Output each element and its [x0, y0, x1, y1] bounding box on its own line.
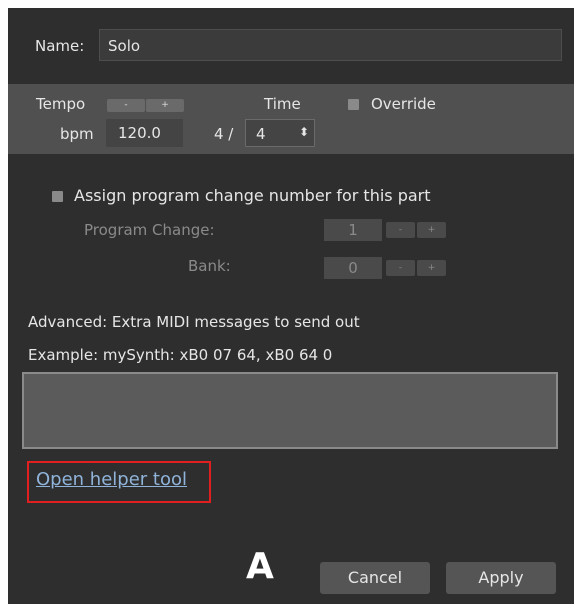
settings-panel: Name: Solo Tempo - + Time Override bpm 1…	[8, 8, 574, 604]
name-label: Name:	[35, 37, 85, 55]
time-denominator-value: 4	[256, 125, 266, 143]
advanced-title: Advanced: Extra MIDI messages to send ou…	[28, 313, 360, 331]
cancel-button[interactable]: Cancel	[320, 562, 430, 594]
program-change-increase-button[interactable]: +	[417, 222, 446, 238]
override-checkbox[interactable]	[348, 99, 359, 110]
open-helper-tool-link[interactable]: Open helper tool	[36, 469, 187, 490]
program-change-decrease-button[interactable]: -	[386, 222, 415, 238]
bank-input[interactable]: 0	[324, 257, 382, 279]
assign-program-checkbox[interactable]	[52, 191, 63, 202]
annotation-letter: A	[246, 546, 274, 587]
tempo-increase-button[interactable]: +	[146, 99, 184, 112]
tempo-decrease-button[interactable]: -	[107, 99, 145, 112]
updown-arrows-icon: ⬍	[299, 125, 310, 139]
bpm-label: bpm	[60, 125, 94, 143]
bank-increase-button[interactable]: +	[417, 260, 446, 276]
tempo-label: Tempo	[36, 95, 86, 113]
bank-label: Bank:	[188, 257, 231, 275]
time-label: Time	[264, 95, 301, 113]
advanced-example: Example: mySynth: xB0 07 64, xB0 64 0	[28, 346, 333, 364]
midi-messages-textarea[interactable]	[22, 372, 558, 449]
name-input[interactable]: Solo	[99, 29, 562, 61]
tempo-time-section: Tempo - + Time Override bpm 120.0 4 / 4 …	[8, 84, 574, 154]
apply-button[interactable]: Apply	[446, 562, 556, 594]
bpm-input[interactable]: 120.0	[106, 119, 183, 147]
assign-program-label: Assign program change number for this pa…	[74, 186, 431, 205]
override-label: Override	[371, 95, 436, 113]
program-change-label: Program Change:	[84, 221, 215, 239]
time-denominator-select[interactable]: 4 ⬍	[245, 119, 315, 147]
time-numerator: 4 /	[214, 125, 234, 143]
bank-decrease-button[interactable]: -	[386, 260, 415, 276]
program-change-input[interactable]: 1	[324, 219, 382, 241]
